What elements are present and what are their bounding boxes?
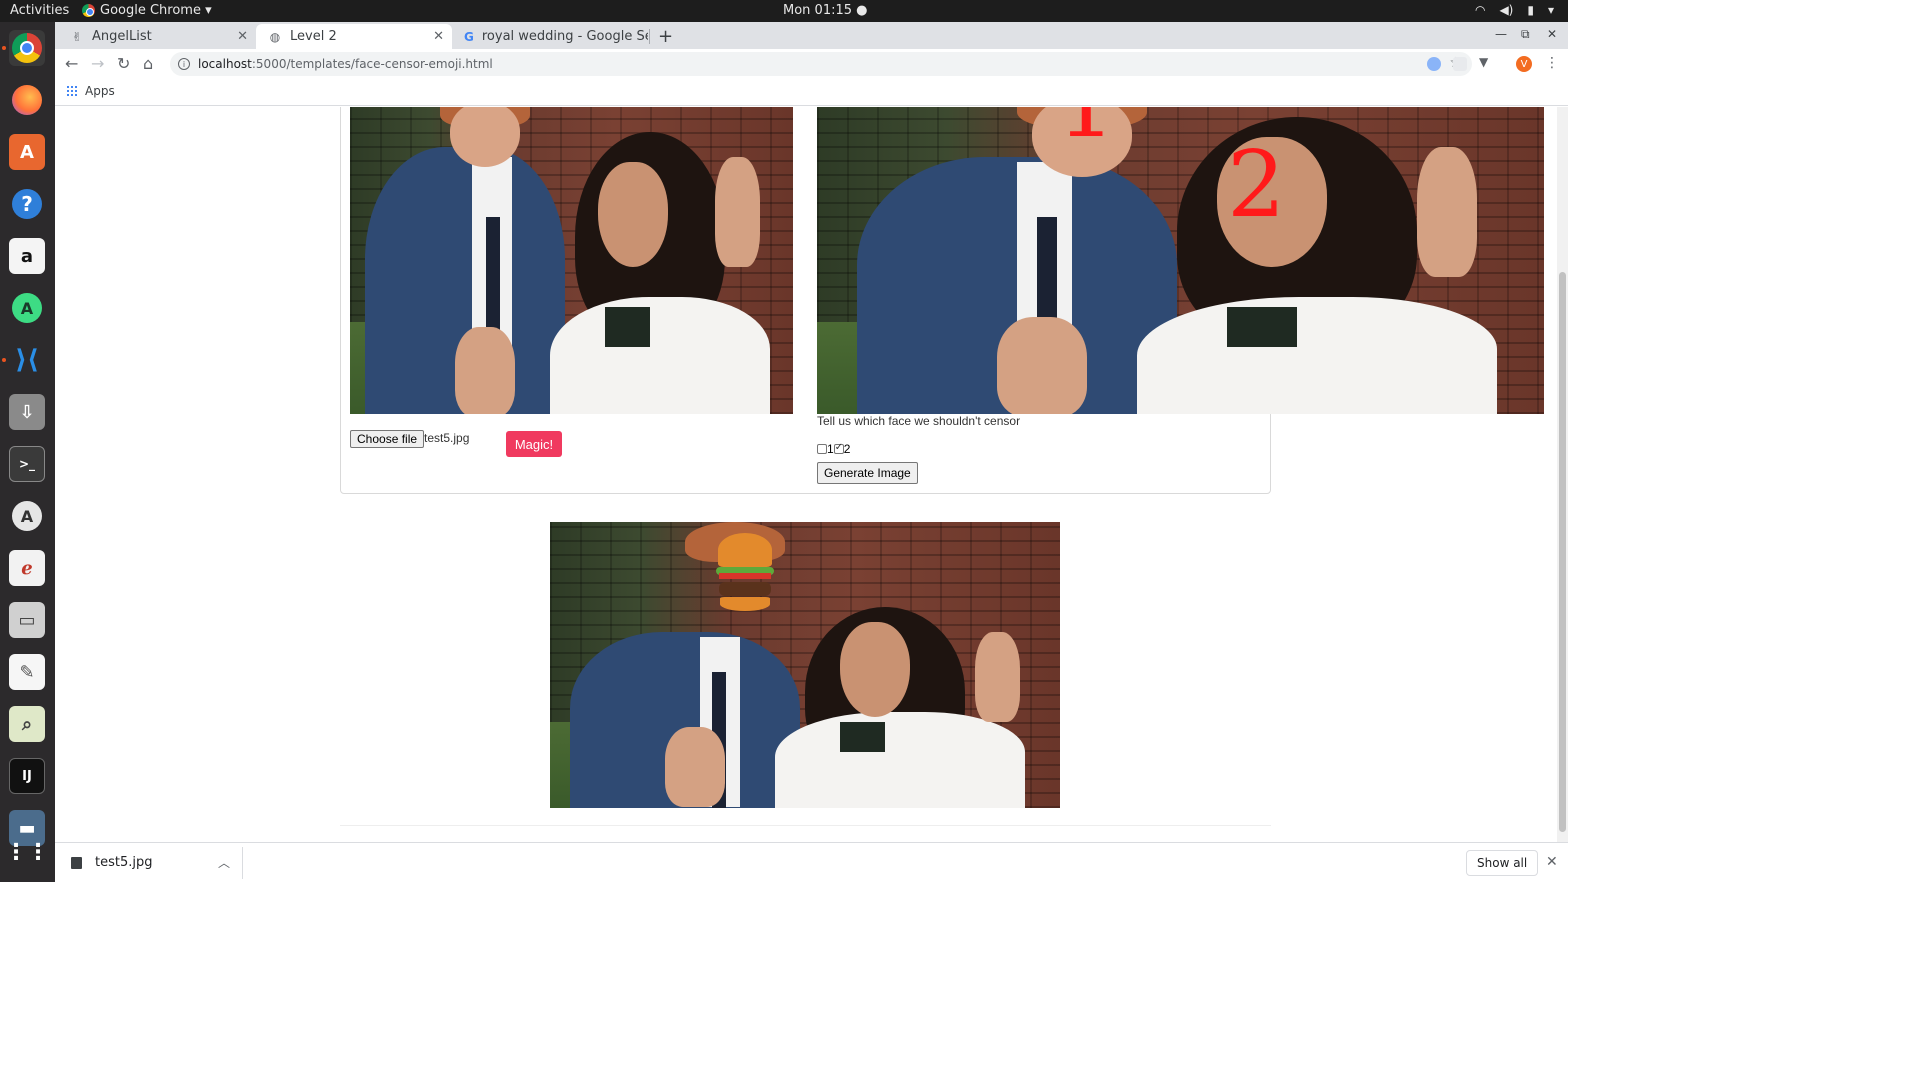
- numbered-faces-photo: 1 2: [817, 107, 1544, 414]
- apps-label: Apps: [85, 84, 115, 98]
- text-editor-icon[interactable]: ✎: [9, 654, 45, 690]
- apps-shortcut[interactable]: Apps: [67, 84, 115, 98]
- tab-level-2[interactable]: ◍ Level 2 ✕: [256, 24, 452, 49]
- active-indicator: [2, 358, 6, 362]
- address-bar[interactable]: i localhost :5000/templates/face-censor-…: [170, 52, 1472, 76]
- image-viewer-icon[interactable]: ⌕: [9, 706, 45, 742]
- tab-title: royal wedding - Google Se: [481, 29, 648, 44]
- face-label-2: 2: [1227, 131, 1286, 238]
- tab-royal-wedding[interactable]: G royal wedding - Google Se: [452, 24, 648, 49]
- choose-file-button[interactable]: Choose file: [350, 430, 425, 448]
- tab-title: AngelList: [92, 29, 152, 44]
- forward-icon[interactable]: →: [91, 54, 104, 73]
- chrome-launcher-icon[interactable]: [9, 30, 45, 66]
- file-icon: [71, 857, 82, 869]
- minimize-icon[interactable]: —: [1495, 27, 1507, 41]
- terminal-icon[interactable]: >_: [9, 446, 45, 482]
- profile-avatar[interactable]: V: [1516, 56, 1532, 72]
- updater-icon[interactable]: A: [9, 498, 45, 534]
- dock: A ? a A ⟩⟨ ⇩ >_ A ℯ ▭ ✎ ⌕ IJ ▬ ⋮⋮: [0, 22, 55, 882]
- google-icon: G: [464, 29, 474, 44]
- close-icon[interactable]: ✕: [237, 29, 248, 44]
- face-2-checkbox[interactable]: [833, 442, 844, 454]
- close-icon[interactable]: ✕: [1546, 854, 1558, 870]
- download-item[interactable]: test5.jpg: [95, 855, 152, 870]
- extension-icon[interactable]: [1453, 57, 1467, 71]
- intellij-icon[interactable]: IJ: [9, 758, 45, 794]
- page-scrollbar[interactable]: [1557, 107, 1568, 842]
- amazon-icon[interactable]: a: [9, 238, 45, 274]
- wifi-icon: ◠: [1474, 3, 1486, 17]
- software-center-icon[interactable]: A: [9, 134, 45, 170]
- face-1-label: 1: [827, 442, 834, 456]
- battery-icon: ▮: [1527, 3, 1534, 17]
- home-icon[interactable]: ⌂: [143, 54, 153, 73]
- tab-title: Level 2: [290, 29, 337, 44]
- files-icon[interactable]: ▭: [9, 602, 45, 638]
- extension-icon[interactable]: [1427, 57, 1441, 71]
- browser-toolbar: ← → ↻ ⌂ i localhost :5000/templates/face…: [55, 49, 1568, 79]
- face-label-1: 1: [1057, 107, 1116, 151]
- url-path: :5000/templates/face-censor-emoji.html: [251, 57, 493, 71]
- help-icon[interactable]: ?: [9, 186, 45, 222]
- censor-prompt: Tell us which face we shouldn't censor: [817, 414, 1021, 428]
- firefox-launcher-icon[interactable]: [9, 82, 45, 118]
- url-host: localhost: [198, 57, 252, 71]
- show-apps-icon[interactable]: ⋮⋮: [5, 834, 49, 870]
- scrollbar-thumb[interactable]: [1559, 272, 1566, 832]
- generate-image-button[interactable]: Generate Image: [817, 462, 918, 484]
- chevron-up-icon[interactable]: ︿: [218, 854, 230, 871]
- clock[interactable]: Mon 01:15 ●: [783, 3, 867, 18]
- vscode-icon[interactable]: ⟩⟨: [9, 342, 45, 378]
- show-all-button[interactable]: Show all: [1466, 850, 1539, 876]
- installer-icon[interactable]: ⇩: [9, 394, 45, 430]
- volume-icon: ◀): [1499, 3, 1514, 17]
- site-info-icon[interactable]: i: [178, 58, 190, 70]
- app-menu-label: Google Chrome ▾: [100, 3, 212, 18]
- face-1-checkbox[interactable]: [817, 444, 827, 454]
- new-tab-button[interactable]: +: [658, 26, 673, 47]
- divider: [340, 825, 1271, 826]
- vue-devtools-icon[interactable]: ▼: [1479, 55, 1493, 69]
- restore-icon[interactable]: ⧉: [1521, 27, 1530, 42]
- tab-separator: [649, 29, 650, 44]
- face-checkbox-group: 1 2: [817, 442, 850, 456]
- censored-result-photo: [550, 522, 1060, 808]
- close-icon[interactable]: ✕: [433, 29, 444, 44]
- chrome-menu-icon[interactable]: ⋮: [1545, 55, 1559, 71]
- app-menu[interactable]: Google Chrome ▾: [82, 3, 212, 18]
- tab-strip: ✌ AngelList ✕ ◍ Level 2 ✕ G royal weddin…: [55, 22, 1568, 49]
- system-tray[interactable]: ◠ ◀) ▮ ▾: [1475, 3, 1554, 17]
- document-viewer-icon[interactable]: ℯ: [9, 550, 45, 586]
- downloads-bar: test5.jpg ︿ Show all ✕: [55, 842, 1568, 882]
- chrome-icon: [82, 4, 95, 17]
- angellist-icon: ✌: [71, 29, 83, 44]
- android-studio-icon[interactable]: A: [9, 290, 45, 326]
- globe-icon: ◍: [269, 29, 281, 44]
- system-top-bar: Activities Google Chrome ▾ Mon 01:15 ● ◠…: [0, 0, 1568, 22]
- burger-emoji-icon: [716, 525, 774, 620]
- download-separator: [242, 847, 243, 879]
- active-indicator: [2, 46, 6, 50]
- tab-angellist[interactable]: ✌ AngelList ✕: [58, 24, 256, 49]
- activities-button[interactable]: Activities: [10, 3, 69, 18]
- bookmarks-bar: Apps: [55, 79, 1568, 106]
- page-viewport: 1 2 Choose file test5.jpg Magic! Tell us…: [55, 107, 1557, 842]
- reload-icon[interactable]: ↻: [117, 54, 130, 73]
- apps-grid-icon: [67, 86, 77, 96]
- window-close-icon[interactable]: ✕: [1547, 27, 1557, 41]
- back-icon[interactable]: ←: [65, 54, 78, 73]
- power-menu-icon: ▾: [1547, 3, 1554, 17]
- magic-button[interactable]: Magic!: [506, 431, 562, 457]
- original-photo: [350, 107, 793, 414]
- selected-file-name: test5.jpg: [424, 431, 470, 445]
- face-2-label: 2: [843, 442, 851, 456]
